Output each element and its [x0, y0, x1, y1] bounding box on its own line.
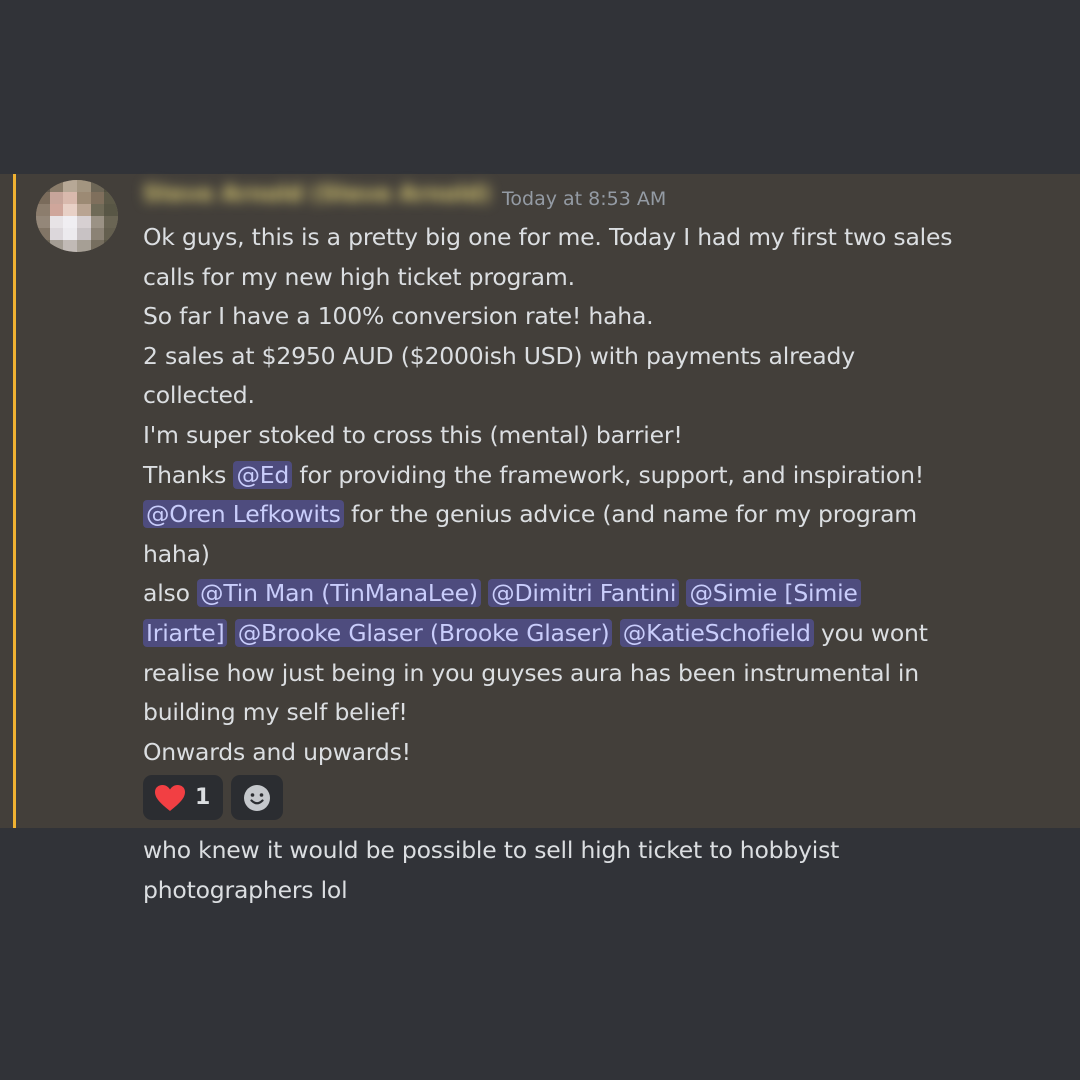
message-line: building my self belief! — [143, 693, 1043, 733]
user-mention[interactable]: @Oren Lefkowits — [143, 500, 344, 529]
next-message-content: who knew it would be possible to sell hi… — [143, 831, 839, 910]
user-mention[interactable]: @Simie [Simie — [686, 579, 861, 608]
reaction-bar: 1 — [143, 775, 283, 820]
message-text: you wont — [813, 618, 928, 647]
message-text: Onwards and upwards! — [143, 737, 411, 766]
message-text: calls for my new high ticket program. — [143, 262, 575, 291]
message-line: who knew it would be possible to sell hi… — [143, 836, 840, 864]
message-text: also — [143, 579, 198, 608]
heart-icon — [155, 784, 185, 811]
message-line: collected. — [143, 376, 1043, 416]
message-line: realise how just being in you guyses aur… — [143, 654, 1043, 694]
message-text: Thanks — [143, 460, 234, 489]
chat-view: Steve Arnold (Steve Arnold) Today at 8:5… — [0, 0, 1080, 1080]
message-text: 2 sales at $2950 AUD ($2000ish USD) with… — [143, 341, 855, 370]
mention-highlight-bar — [13, 174, 16, 828]
message-line: Iriarte] @Brooke Glaser (Brooke Glaser) … — [143, 614, 1043, 654]
user-mention[interactable]: @Dimitri Fantini — [488, 579, 680, 608]
message-line: Thanks @Ed for providing the framework, … — [143, 456, 1043, 496]
message-line: Onwards and upwards! — [143, 733, 1043, 773]
message-line: Ok guys, this is a pretty big one for me… — [143, 218, 1043, 258]
message-line: photographers lol — [143, 875, 348, 904]
message-line: haha) — [143, 535, 1043, 575]
user-mention[interactable]: Iriarte] — [143, 618, 228, 647]
message-text: haha) — [143, 539, 210, 568]
message-text — [612, 619, 619, 647]
message-text: collected. — [143, 381, 255, 410]
message-text: I'm super stoked to cross this (mental) … — [143, 420, 683, 449]
reaction-count: 1 — [195, 785, 211, 810]
message-text: for the genius advice (and name for my p… — [343, 500, 917, 529]
message-text: So far I have a 100% conversion rate! ha… — [143, 302, 654, 331]
message-text: building my self belief! — [143, 698, 408, 727]
message-line: So far I have a 100% conversion rate! ha… — [143, 297, 1043, 337]
add-reaction-button[interactable] — [231, 775, 283, 820]
message-text: for providing the framework, support, an… — [292, 460, 924, 489]
message-line: calls for my new high ticket program. — [143, 258, 1043, 298]
message-line: also @Tin Man (TinManaLee) @Dimitri Fant… — [143, 574, 1043, 614]
message-line: 2 sales at $2950 AUD ($2000ish USD) with… — [143, 337, 1043, 377]
message-text — [227, 619, 234, 647]
user-mention[interactable]: @Tin Man (TinManaLee) — [197, 579, 481, 608]
add-reaction-icon — [244, 784, 270, 811]
heart-reaction-button[interactable]: 1 — [143, 775, 223, 820]
avatar[interactable] — [36, 180, 118, 252]
message-line: @Oren Lefkowits for the genius advice (a… — [143, 495, 1043, 535]
user-mention[interactable]: @Brooke Glaser (Brooke Glaser) — [234, 618, 613, 647]
message-line: I'm super stoked to cross this (mental) … — [143, 416, 1043, 456]
message-content: Ok guys, this is a pretty big one for me… — [143, 218, 1043, 772]
message-text: realise how just being in you guyses aur… — [143, 658, 919, 687]
author-name[interactable]: Steve Arnold (Steve Arnold) — [143, 182, 491, 208]
user-mention[interactable]: @KatieSchofield — [619, 618, 814, 647]
message-text: Ok guys, this is a pretty big one for me… — [143, 223, 953, 251]
message-timestamp[interactable]: Today at 8:53 AM — [502, 188, 666, 210]
user-mention[interactable]: @Ed — [233, 460, 293, 489]
